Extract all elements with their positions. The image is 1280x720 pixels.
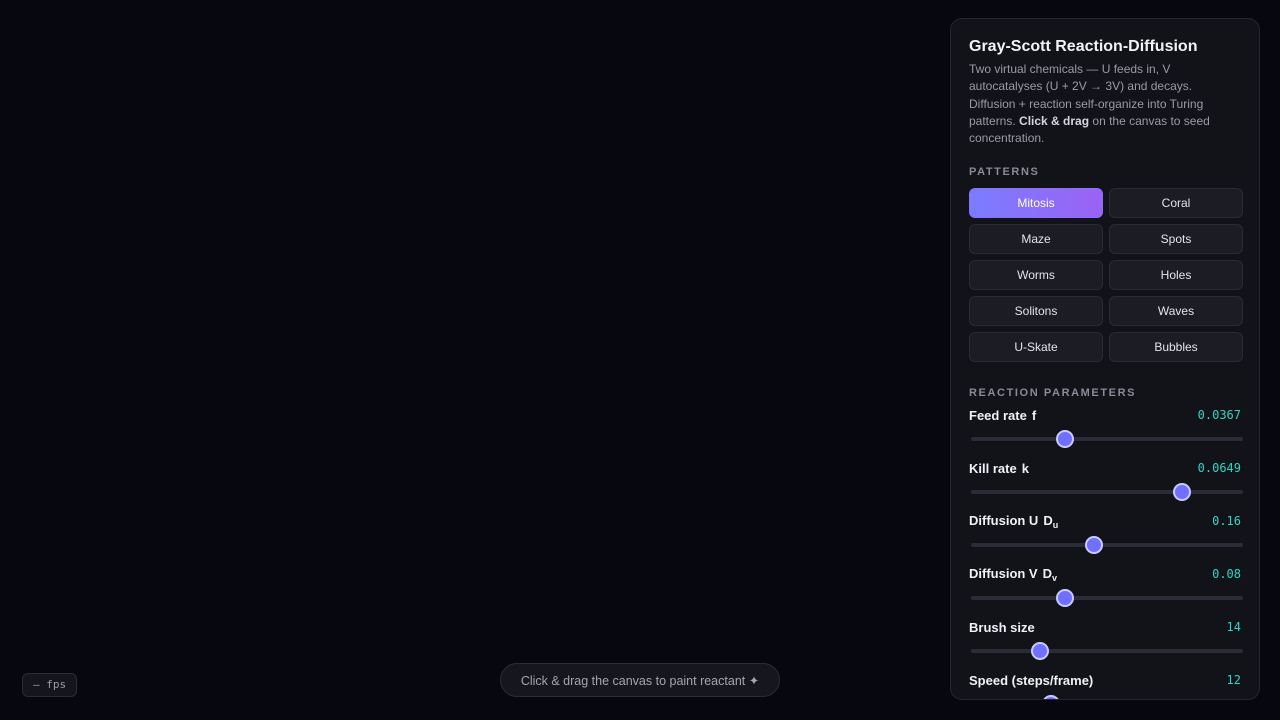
slider-thumb-speed-steps-frame[interactable]	[1042, 695, 1061, 699]
pattern-button-waves[interactable]: Waves	[1109, 296, 1243, 327]
param-name: Speed (steps/frame)	[969, 672, 1094, 688]
panel-description: Two virtual chemicals — U feeds in, V au…	[969, 61, 1241, 147]
param-label: Feed rate f	[969, 408, 1036, 423]
param-header: Kill rate k 0.0649	[969, 453, 1241, 477]
pattern-button-maze[interactable]: Maze	[969, 224, 1103, 255]
pattern-button-mitosis[interactable]: Mitosis	[969, 188, 1103, 219]
param-name: Brush size	[969, 619, 1035, 635]
description-emphasis: Click & drag	[1019, 113, 1090, 128]
param-brush-size: Brush size 14	[969, 612, 1243, 665]
pattern-button-coral[interactable]: Coral	[1109, 188, 1243, 219]
param-symbol-text: D	[1042, 565, 1052, 581]
param-value: 0.0649	[1197, 461, 1241, 476]
slider-thumb-kill-rate[interactable]	[1172, 483, 1191, 502]
param-symbol-text: k	[1021, 460, 1029, 476]
param-header: Speed (steps/frame) 12	[969, 665, 1241, 689]
slider-track-diffusion-v[interactable]	[971, 596, 1243, 601]
param-symbol: f	[1032, 408, 1036, 423]
param-diffusion-u: Diffusion U Du 0.16	[969, 506, 1243, 559]
param-symbol-subscript: u	[1052, 519, 1059, 530]
param-label: Speed (steps/frame)	[969, 673, 1093, 688]
param-kill-rate: Kill rate k 0.0649	[969, 453, 1243, 506]
slider-thumb-feed-rate[interactable]	[1056, 430, 1075, 449]
canvas-hint: Click & drag the canvas to paint reactan…	[500, 663, 780, 697]
param-name: Feed rate	[969, 407, 1027, 423]
param-label: Kill rate k	[969, 461, 1029, 476]
param-symbol-text: D	[1043, 512, 1053, 528]
pattern-button-worms[interactable]: Worms	[969, 260, 1103, 291]
param-header: Diffusion U Du 0.16	[969, 506, 1241, 530]
params-list: Feed rate f 0.0367 Kill rate k 0.0649 Diffusio…	[969, 400, 1243, 699]
param-value: 0.08	[1212, 567, 1241, 582]
param-value: 12	[1226, 673, 1241, 688]
param-feed-rate: Feed rate f 0.0367	[969, 400, 1243, 453]
param-symbol-text: f	[1031, 407, 1037, 423]
param-value: 0.0367	[1197, 408, 1241, 423]
param-speed-steps-frame: Speed (steps/frame) 12	[969, 665, 1241, 699]
param-symbol: Dv	[1042, 565, 1058, 583]
param-symbol: Du	[1043, 512, 1059, 530]
control-panel: Gray-Scott Reaction-Diffusion Two virtua…	[950, 18, 1260, 700]
param-value: 0.16	[1212, 514, 1241, 529]
params-section-label: REACTION PARAMETERS	[969, 387, 1137, 400]
pattern-button-spots[interactable]: Spots	[1109, 224, 1243, 255]
slider-track-diffusion-u[interactable]	[971, 543, 1243, 548]
param-name: Kill rate	[969, 460, 1017, 476]
patterns-grid: Mitosis Coral Maze Spots Worms Holes Solitons W…	[969, 188, 1243, 363]
pattern-button-holes[interactable]: Holes	[1109, 260, 1243, 291]
param-header: Diffusion V Dv 0.08	[969, 559, 1241, 583]
param-label: Diffusion V Dv	[969, 566, 1057, 583]
pattern-button-solitons[interactable]: Solitons	[969, 296, 1103, 327]
param-header: Brush size 14	[969, 612, 1241, 636]
param-symbol: k	[1022, 461, 1029, 476]
slider-track-brush-size[interactable]	[971, 649, 1243, 654]
slider-track-kill-rate[interactable]	[971, 490, 1243, 495]
slider-thumb-diffusion-v[interactable]	[1056, 589, 1075, 608]
param-label: Diffusion U Du	[969, 513, 1058, 530]
param-label: Brush size	[969, 620, 1035, 635]
param-value: 14	[1226, 620, 1241, 635]
patterns-section-label: PATTERNS	[969, 166, 1040, 179]
param-symbol-subscript: v	[1052, 572, 1058, 583]
slider-thumb-brush-size[interactable]	[1030, 642, 1049, 661]
param-name: Diffusion U	[969, 512, 1039, 528]
fps-counter: — fps	[22, 673, 78, 697]
param-header: Feed rate f 0.0367	[969, 400, 1241, 424]
panel-title: Gray-Scott Reaction-Diffusion	[969, 38, 1198, 55]
pattern-button-bubbles[interactable]: Bubbles	[1109, 332, 1243, 363]
pattern-button-u-skate[interactable]: U-Skate	[969, 332, 1103, 363]
param-name: Diffusion V	[969, 565, 1038, 581]
param-diffusion-v: Diffusion V Dv 0.08	[969, 559, 1243, 612]
slider-track-feed-rate[interactable]	[971, 437, 1243, 442]
slider-thumb-diffusion-u[interactable]	[1085, 536, 1104, 555]
